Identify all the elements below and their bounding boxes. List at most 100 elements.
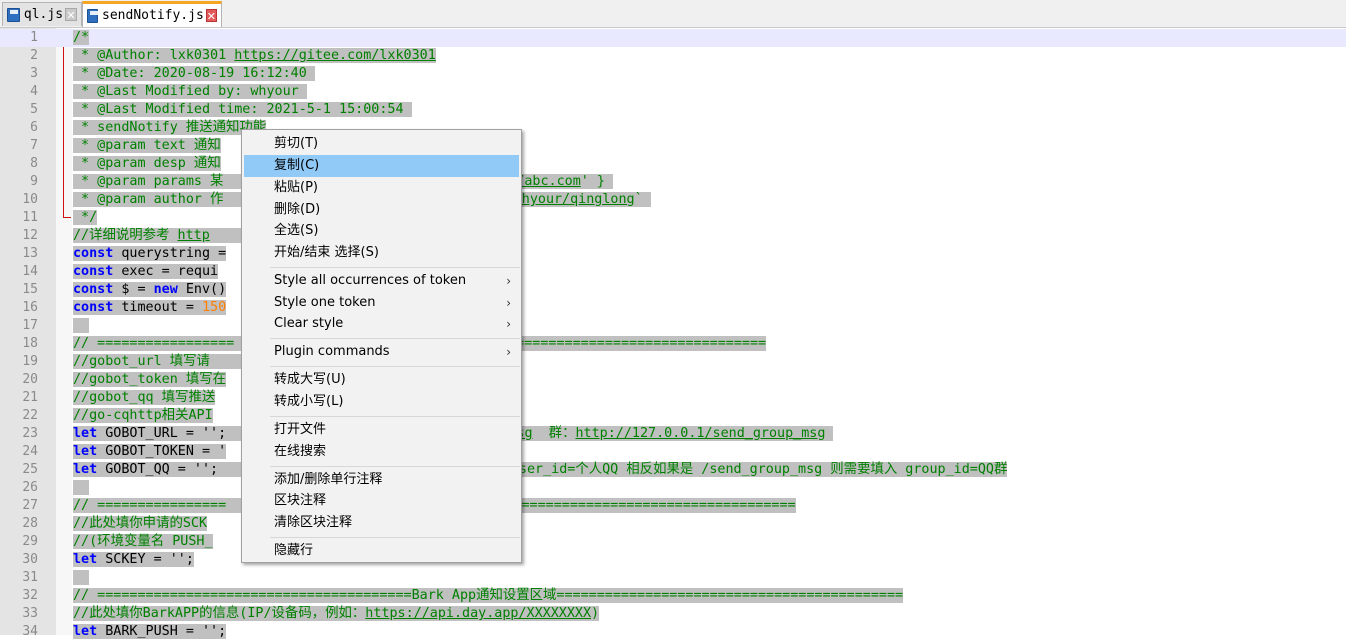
- code-text: * @Last Modified time: 2021-5-1 15:00:54: [73, 101, 412, 119]
- code-line[interactable]: 1 /*: [0, 29, 1346, 47]
- code-token: * @Date: 2020-08-19 16:12:40: [73, 66, 315, 81]
- menu-item[interactable]: 剪切(T): [244, 133, 519, 155]
- code-text: * sendNotify 推送通知功能: [73, 119, 267, 137]
- code-line[interactable]: 30 let SCKEY = '';: [0, 551, 1346, 569]
- code-token: //gobot_token 填写在: [73, 372, 227, 387]
- code-token: 群：: [532, 426, 576, 441]
- menu-item-label: 隐藏行: [274, 543, 314, 558]
- code-line[interactable]: 33 //此处填你BarkAPP的信息(IP/设备码，例如：https://api…: [0, 605, 1346, 623]
- code-line[interactable]: 19//gobot_url 填写请 ate_msg: [0, 353, 1346, 371]
- code-line[interactable]: 12 //详细说明参考 http: [0, 227, 1346, 245]
- code-line[interactable]: 13 const querystring =: [0, 245, 1346, 263]
- code-token: /*: [73, 30, 90, 45]
- code-line[interactable]: 16 const timeout = 150: [0, 299, 1346, 317]
- menu-item[interactable]: 添加/删除单行注释: [244, 469, 519, 491]
- code-line[interactable]: 14 const exec = requi: [0, 263, 1346, 281]
- line-number: 29: [22, 534, 38, 549]
- code-line[interactable]: 31: [0, 569, 1346, 587]
- code-text: //go-cqhttp相关API: [73, 407, 213, 425]
- code-token: let: [73, 426, 98, 441]
- menu-item[interactable]: 粘贴(P): [244, 177, 519, 199]
- code-line[interactable]: 6 * sendNotify 推送通知功能: [0, 119, 1346, 137]
- code-line[interactable]: 15 const $ = new Env(): [0, 281, 1346, 299]
- menu-item[interactable]: Style one token ›: [244, 292, 519, 314]
- code-line[interactable]: 28 //此处填你申请的SCK: [0, 515, 1346, 533]
- code-line[interactable]: 3 * @Date: 2020-08-19 16:12:40: [0, 65, 1346, 83]
- menu-item-label: 复制(C): [274, 158, 320, 173]
- line-number: 24: [22, 444, 38, 459]
- code-text: //gobot_qq 填写推送: [73, 389, 216, 407]
- code-line[interactable]: 10 * @param author 作 https://github.com/…: [0, 191, 1346, 209]
- code-line[interactable]: 32 // ===================================…: [0, 587, 1346, 605]
- tab-sendnotify-js[interactable]: sendNotify.js ✕: [82, 1, 222, 27]
- code-line[interactable]: 26: [0, 479, 1346, 497]
- code-line[interactable]: 5 * @Last Modified time: 2021-5-1 15:00:…: [0, 101, 1346, 119]
- line-number: 23: [22, 426, 38, 441]
- menu-item-label: 在线搜索: [274, 444, 327, 459]
- menu-item[interactable]: 开始/结束 选择(S): [244, 242, 519, 264]
- tab-ql-js[interactable]: ql.js ✕: [2, 2, 82, 26]
- line-number: 32: [22, 588, 38, 603]
- code-line[interactable]: 8 * @param desp 通知: [0, 155, 1346, 173]
- line-number: 16: [22, 300, 38, 315]
- line-number: 1: [30, 30, 38, 45]
- code-token: new: [153, 282, 178, 297]
- code-line[interactable]: 7 * @param text 通知: [0, 137, 1346, 155]
- code-line[interactable]: 34 let BARK_PUSH = '';: [0, 623, 1346, 641]
- menu-item[interactable]: 转成小写(L): [244, 391, 519, 413]
- menu-separator: [270, 338, 520, 339]
- close-icon[interactable]: ✕: [205, 9, 217, 23]
- code-text: [73, 479, 90, 497]
- menu-item-label: Style all occurrences of token: [274, 273, 467, 288]
- line-number: 12: [22, 228, 38, 243]
- close-icon[interactable]: ✕: [65, 8, 77, 22]
- code-token: querystring =: [113, 246, 227, 261]
- menu-item[interactable]: 复制(C): [244, 155, 519, 177]
- line-number: 30: [22, 552, 38, 567]
- code-line[interactable]: 18// ================= p通知设置区域==========…: [0, 335, 1346, 353]
- code-line[interactable]: 4 * @Last Modified by: whyour: [0, 83, 1346, 101]
- code-text: //(环境变量名 PUSH_: [73, 533, 213, 551]
- menu-item[interactable]: 打开文件: [244, 419, 519, 441]
- menu-item[interactable]: 隐藏行: [244, 540, 519, 562]
- code-line[interactable]: 24 let GOBOT_TOKEN = ': [0, 443, 1346, 461]
- code-line[interactable]: 17: [0, 317, 1346, 335]
- menu-item[interactable]: 清除区块注释: [244, 512, 519, 534]
- code-line[interactable]: 21 //gobot_qq 填写推送: [0, 389, 1346, 407]
- code-token: ): [591, 606, 600, 621]
- code-text: const timeout = 150: [73, 299, 227, 317]
- menu-item[interactable]: Style all occurrences of token ›: [244, 270, 519, 292]
- code-line[interactable]: 20 //gobot_token 填写在: [0, 371, 1346, 389]
- code-line[interactable]: 29 //(环境变量名 PUSH_: [0, 533, 1346, 551]
- menu-item[interactable]: Clear style ›: [244, 313, 519, 335]
- line-number: 5: [30, 102, 38, 117]
- menu-item[interactable]: 区块注释: [244, 490, 519, 512]
- code-line[interactable]: 9 * @param params 某 例：{ url: 'https://ab…: [0, 173, 1346, 191]
- line-number: 21: [22, 390, 38, 405]
- menu-item[interactable]: Plugin commands ›: [244, 341, 519, 363]
- menu-item[interactable]: 删除(D): [244, 199, 519, 221]
- code-line[interactable]: 11 */: [0, 209, 1346, 227]
- menu-item[interactable]: 全选(S): [244, 220, 519, 242]
- code-token: // =================: [73, 336, 235, 351]
- line-number: 15: [22, 282, 38, 297]
- code-token: GOBOT_QQ = '';: [97, 462, 219, 477]
- code-line[interactable]: 23let GOBOT_URL = ''; 0.1/send_private_m…: [0, 425, 1346, 443]
- code-token: //详细说明参考: [73, 228, 178, 243]
- code-line[interactable]: 27// ================ er酱通知设置区域=========…: [0, 497, 1346, 515]
- line-number: 26: [22, 480, 38, 495]
- line-number: 6: [30, 120, 38, 135]
- code-text: [73, 317, 90, 335]
- code-text: const $ = new Env(): [73, 281, 227, 299]
- code-lines[interactable]: 1 /* 2 * @Author: lxk0301 https://gitee.co…: [0, 29, 1346, 641]
- code-text: const exec = requi: [73, 263, 219, 281]
- code-line[interactable]: 25 let GOBOT_QQ = ''; ate_msg 则需要填入 user_…: [0, 461, 1346, 479]
- menu-item[interactable]: 转成大写(U): [244, 369, 519, 391]
- code-token: const: [73, 264, 114, 279]
- code-token: [825, 426, 834, 441]
- code-line[interactable]: 22 //go-cqhttp相关API: [0, 407, 1346, 425]
- code-editor[interactable]: 1 /* 2 * @Author: lxk0301 https://gitee.co…: [0, 28, 1346, 639]
- menu-item[interactable]: 在线搜索: [244, 441, 519, 463]
- code-line[interactable]: 2 * @Author: lxk0301 https://gitee.com/l…: [0, 47, 1346, 65]
- code-token: // =====================================…: [73, 588, 904, 603]
